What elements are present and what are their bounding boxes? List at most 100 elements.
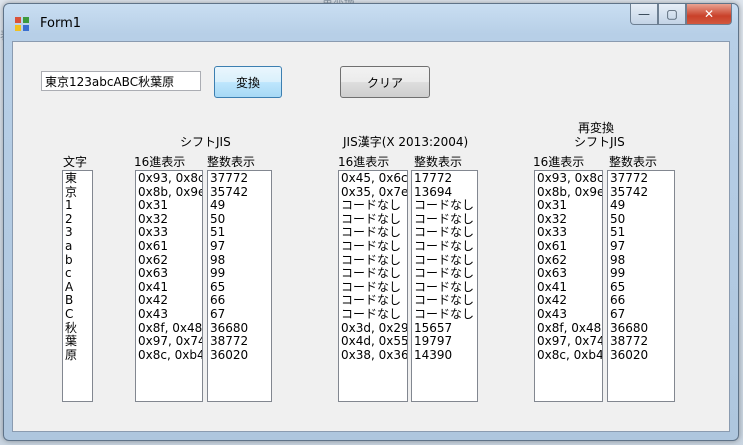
list-item[interactable]: コードなし — [414, 226, 477, 240]
list-item[interactable]: 36680 — [210, 321, 271, 336]
list-item[interactable]: 50 — [210, 212, 271, 227]
list-item[interactable]: 97 — [610, 239, 674, 254]
list-item[interactable]: 35742 — [210, 185, 271, 200]
list-item[interactable]: 51 — [210, 226, 271, 240]
list-item[interactable]: 0x61 — [138, 239, 202, 254]
title-bar[interactable]: Form1 — ▢ ✕ — [4, 4, 738, 40]
list-item[interactable]: 東 — [65, 171, 92, 186]
list-item[interactable]: 15657 — [414, 321, 477, 336]
list-item[interactable]: 67 — [610, 307, 674, 322]
list-item[interactable]: 葉 — [65, 335, 92, 349]
list-item[interactable]: 36020 — [610, 348, 674, 363]
list-item[interactable]: 0x97, 0x74 — [537, 335, 602, 349]
list-item[interactable]: コードなし — [341, 199, 407, 213]
list-item[interactable]: コードなし — [341, 253, 407, 268]
list-item[interactable]: c — [65, 267, 92, 281]
list-item[interactable]: 0x93, 0x8c — [537, 171, 602, 186]
list-item[interactable]: 17772 — [414, 171, 477, 186]
list-item[interactable]: 0x31 — [138, 199, 202, 213]
maximize-button[interactable]: ▢ — [658, 4, 686, 25]
resjis-hex-listbox[interactable]: 0x93, 0x8c 0x8b, 0x9e 0x31 0x32 0x33 0x61 0x62… — [534, 170, 603, 402]
list-item[interactable]: 京 — [65, 185, 92, 200]
list-item[interactable]: 50 — [610, 212, 674, 227]
list-item[interactable]: コードなし — [414, 280, 477, 295]
list-item[interactable]: コードなし — [341, 226, 407, 240]
list-item[interactable]: 0x33 — [138, 226, 202, 240]
list-item[interactable]: 36680 — [610, 321, 674, 336]
list-item[interactable]: 67 — [210, 307, 271, 322]
list-item[interactable]: 0x61 — [537, 239, 602, 254]
list-item[interactable]: 0x8f, 0x48 — [537, 321, 602, 336]
convert-button[interactable]: 変換 — [214, 66, 282, 98]
list-item[interactable]: 99 — [210, 267, 271, 281]
list-item[interactable]: 秋 — [65, 321, 92, 336]
minimize-button[interactable]: — — [630, 4, 658, 25]
list-item[interactable]: 66 — [610, 294, 674, 308]
list-item[interactable]: 0x41 — [138, 280, 202, 295]
list-item[interactable]: 0x63 — [537, 267, 602, 281]
list-item[interactable]: 0x42 — [138, 294, 202, 308]
list-item[interactable]: コードなし — [414, 294, 477, 308]
list-item[interactable]: 49 — [210, 199, 271, 213]
list-item[interactable]: 0x32 — [138, 212, 202, 227]
jis-int-listbox[interactable]: 17772 13694 コードなし コードなし コードなし コードなし コードなし コードなし… — [411, 170, 478, 402]
list-item[interactable]: 38772 — [610, 335, 674, 349]
list-item[interactable]: 97 — [210, 239, 271, 254]
list-item[interactable]: 1 — [65, 199, 92, 213]
list-item[interactable]: 65 — [210, 280, 271, 295]
list-item[interactable]: 0x63 — [138, 267, 202, 281]
sjis-int-listbox[interactable]: 37772 35742 49 50 51 97 98 99 65 66 67 36680 38772 36… — [207, 170, 272, 402]
list-item[interactable]: 51 — [610, 226, 674, 240]
list-item[interactable]: 0x8c, 0xb4 — [138, 348, 202, 363]
list-item[interactable]: 0x97, 0x74 — [138, 335, 202, 349]
list-item[interactable]: コードなし — [414, 212, 477, 227]
list-item[interactable]: 0x43 — [138, 307, 202, 322]
list-item[interactable]: 0x62 — [537, 253, 602, 268]
list-item[interactable]: 原 — [65, 348, 92, 363]
list-item[interactable]: A — [65, 280, 92, 295]
list-item[interactable]: 0x32 — [537, 212, 602, 227]
jis-hex-listbox[interactable]: 0x45, 0x6c 0x35, 0x7e コードなし コードなし コードなし コードなし… — [338, 170, 408, 402]
list-item[interactable]: C — [65, 307, 92, 322]
list-item[interactable]: コードなし — [414, 239, 477, 254]
list-item[interactable]: コードなし — [414, 267, 477, 281]
list-item[interactable]: 98 — [210, 253, 271, 268]
char-listbox[interactable]: 東京123abcABC秋葉原 — [62, 170, 93, 402]
list-item[interactable]: 0x41 — [537, 280, 602, 295]
list-item[interactable]: コードなし — [341, 294, 407, 308]
list-item[interactable]: a — [65, 239, 92, 254]
list-item[interactable]: 98 — [610, 253, 674, 268]
list-item[interactable]: 0x8c, 0xb4 — [537, 348, 602, 363]
list-item[interactable]: 0x31 — [537, 199, 602, 213]
list-item[interactable]: コードなし — [341, 267, 407, 281]
list-item[interactable]: B — [65, 294, 92, 308]
list-item[interactable]: 0x38, 0x36 — [341, 348, 407, 363]
list-item[interactable]: 0x3d, 0x29 — [341, 321, 407, 336]
list-item[interactable]: 0x93, 0x8c — [138, 171, 202, 186]
sjis-hex-listbox[interactable]: 0x93, 0x8c 0x8b, 0x9e 0x31 0x32 0x33 0x61 0x62… — [135, 170, 203, 402]
list-item[interactable]: 0x35, 0x7e — [341, 185, 407, 200]
list-item[interactable]: 3 — [65, 226, 92, 240]
list-item[interactable]: 99 — [610, 267, 674, 281]
clear-button[interactable]: クリア — [340, 66, 430, 98]
close-button[interactable]: ✕ — [686, 4, 732, 25]
list-item[interactable]: 0x45, 0x6c — [341, 171, 407, 186]
list-item[interactable]: 0x8b, 0x9e — [138, 185, 202, 200]
list-item[interactable]: コードなし — [341, 212, 407, 227]
list-item[interactable]: 2 — [65, 212, 92, 227]
list-item[interactable]: 36020 — [210, 348, 271, 363]
list-item[interactable]: 0x8b, 0x9e — [537, 185, 602, 200]
list-item[interactable]: コードなし — [341, 307, 407, 322]
list-item[interactable]: 66 — [210, 294, 271, 308]
list-item[interactable]: 0x33 — [537, 226, 602, 240]
list-item[interactable]: 38772 — [210, 335, 271, 349]
list-item[interactable]: 65 — [610, 280, 674, 295]
list-item[interactable]: 14390 — [414, 348, 477, 363]
list-item[interactable]: 19797 — [414, 335, 477, 349]
source-text-input[interactable]: 東京123abcABC秋葉原 — [41, 71, 201, 91]
list-item[interactable]: コードなし — [341, 280, 407, 295]
list-item[interactable]: 37772 — [610, 171, 674, 186]
list-item[interactable]: 0x4d, 0x55 — [341, 335, 407, 349]
list-item[interactable]: 49 — [610, 199, 674, 213]
resjis-int-listbox[interactable]: 37772 35742 49 50 51 97 98 99 65 66 67 36680 38772 36… — [607, 170, 675, 402]
